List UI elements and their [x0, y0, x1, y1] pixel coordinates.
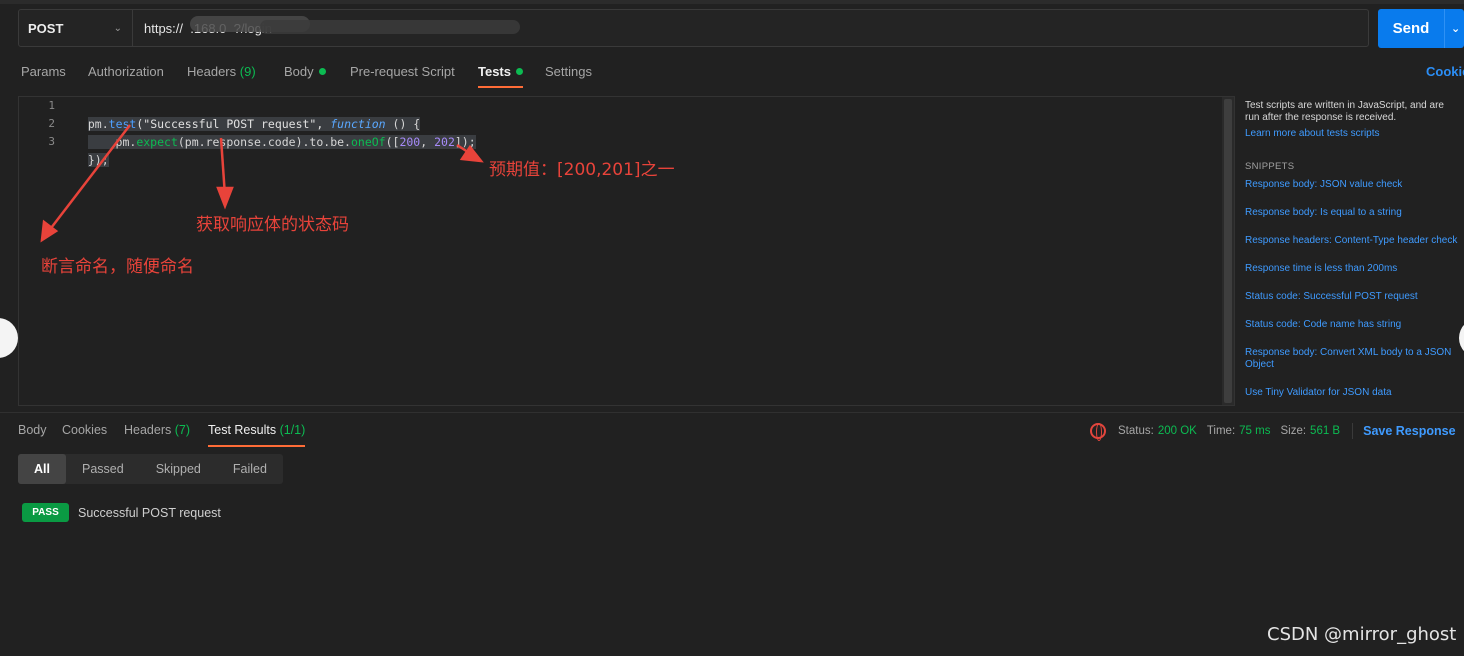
- snippet-item[interactable]: Use Tiny Validator for JSON data: [1245, 387, 1464, 399]
- globe-icon[interactable]: [1090, 423, 1106, 441]
- snippet-item[interactable]: Response time is less than 200ms: [1245, 263, 1464, 275]
- filter-all[interactable]: All: [18, 454, 66, 484]
- time-label: Time:: [1206, 425, 1236, 437]
- size-value[interactable]: 561 B: [1310, 425, 1340, 437]
- filter-skipped[interactable]: Skipped: [140, 454, 217, 484]
- tab-label: Cookies: [62, 423, 108, 437]
- annotation-status-code: 获取响应体的状态码: [196, 215, 349, 235]
- arrow-line: [47, 124, 131, 233]
- test-result-name: Successful POST request: [78, 506, 221, 520]
- pane-divider[interactable]: [0, 412, 1464, 413]
- status-value[interactable]: 200 OK: [1158, 425, 1197, 437]
- tab-response-headers[interactable]: Headers (7): [124, 423, 190, 447]
- tab-label: Headers: [124, 423, 172, 437]
- snippets-heading: SNIPPETS: [1245, 161, 1295, 172]
- test-results-count: (1/1): [279, 423, 306, 437]
- size-label: Size:: [1280, 425, 1307, 437]
- snippet-item[interactable]: Response body: Is equal to a string: [1245, 207, 1464, 219]
- tab-label: Test Results: [208, 423, 277, 437]
- status-label: Status:: [1118, 425, 1154, 437]
- time-value[interactable]: 75 ms: [1239, 425, 1270, 437]
- tab-response-body[interactable]: Body: [18, 423, 47, 447]
- save-response-button[interactable]: Save Response: [1363, 424, 1455, 438]
- response-status-bar: Status: 200 OK Time: 75 ms Size: 561 B S…: [1090, 423, 1456, 441]
- tab-test-results[interactable]: Test Results (1/1): [208, 423, 306, 447]
- snippet-item[interactable]: Status code: Code name has string: [1245, 319, 1464, 331]
- headers-count: (7): [174, 423, 191, 437]
- watermark: CSDN @mirror_ghost: [1267, 624, 1457, 645]
- tab-response-cookies[interactable]: Cookies: [62, 423, 107, 447]
- snippet-item[interactable]: Response body: JSON value check: [1245, 179, 1464, 191]
- filter-passed[interactable]: Passed: [66, 454, 140, 484]
- status-divider: [1352, 423, 1354, 439]
- pass-badge: PASS: [22, 503, 69, 522]
- snippet-item[interactable]: Response body: Convert XML body to a JSO…: [1245, 347, 1464, 371]
- snippet-item[interactable]: Status code: Successful POST request: [1245, 291, 1464, 303]
- result-filter-group: All Passed Skipped Failed: [18, 454, 283, 484]
- snippet-item[interactable]: Response headers: Content-Type header ch…: [1245, 235, 1464, 247]
- learn-more-link[interactable]: Learn more about tests scripts: [1245, 128, 1380, 139]
- tab-label: Body: [18, 423, 47, 437]
- snippets-description: Test scripts are written in JavaScript, …: [1245, 100, 1444, 123]
- filter-failed[interactable]: Failed: [217, 454, 283, 484]
- annotation-expected-value: 预期值：[200,201]之一: [489, 160, 675, 180]
- arrow-head-icon: [216, 186, 234, 210]
- annotation-assertion-name: 断言命名，随便命名: [41, 257, 194, 277]
